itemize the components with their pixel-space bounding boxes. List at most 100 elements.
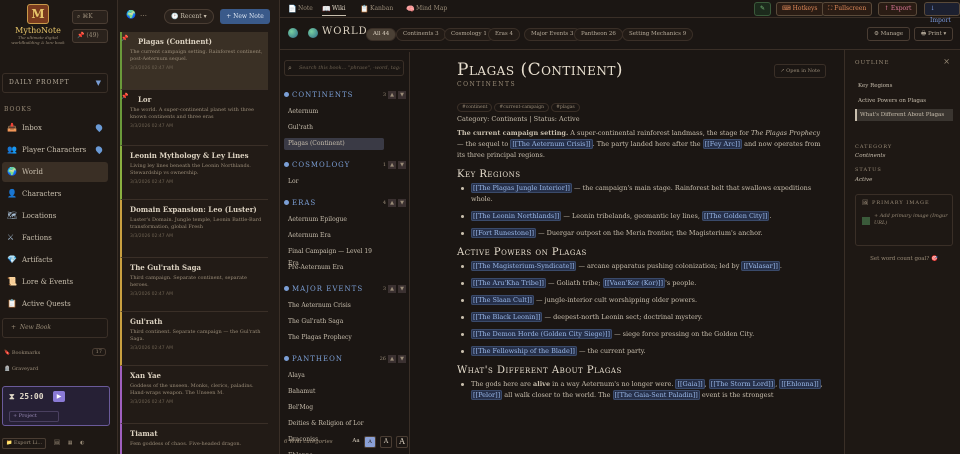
outline-item-active-powers[interactable]: Active Powers on Plagas [855, 95, 953, 107]
filter-chip[interactable]: Major Events 3 [524, 28, 581, 41]
app-logo[interactable]: M MythoNote The ultimate digital worldbu… [4, 4, 72, 46]
close-icon[interactable]: × [943, 57, 950, 66]
wiki-tree-item[interactable]: Aeternum Epilogue [284, 214, 384, 226]
note-list-item[interactable]: Gul'rath Third continent. Separate campai… [120, 312, 268, 366]
timer-play-button[interactable]: ▶ [53, 391, 65, 402]
tag-chip[interactable]: #current-campaign [494, 103, 550, 112]
move-up-icon[interactable]: ▲ [388, 161, 396, 169]
wiki-tree-item[interactable]: Aeternum [284, 106, 384, 118]
tag-chip[interactable]: #plagas [551, 103, 580, 112]
sidebar-item-locations[interactable]: 🗺 Locations [2, 206, 108, 226]
filter-chip[interactable]: All 44 [366, 28, 397, 41]
tab-wiki[interactable]: 📖 Wiki [322, 3, 346, 16]
move-up-icon[interactable]: ▲ [388, 355, 396, 363]
tab-kanban[interactable]: 📋 Kanban [360, 3, 393, 15]
tab-note[interactable]: 📄 Note [288, 3, 313, 15]
move-up-icon[interactable]: ▲ [388, 91, 396, 99]
daily-prompt-toggle[interactable]: DAILY PROMPT ▼ [2, 73, 108, 93]
note-list-item[interactable]: Tiamat Fem goddess of chaos. Five-headed … [120, 424, 268, 454]
tab-mind-map[interactable]: 🧠 Mind Map [406, 3, 447, 15]
graveyard-link[interactable]: 🪦 Graveyard [4, 366, 38, 372]
note-list-item[interactable]: Domain Expansion: Leo (Luster) Luster's D… [120, 200, 268, 258]
word-goal-button[interactable]: Set word count goal? 🎯 [855, 256, 953, 262]
wiki-link[interactable]: [[The Aeternum Crisis]] [510, 139, 593, 149]
export-list-button[interactable]: 📁 Export Li... [2, 438, 47, 449]
wiki-link[interactable]: [[Fort Runestone]] [471, 228, 537, 238]
new-note-button[interactable]: + New Note [220, 9, 270, 24]
font-medium-button[interactable]: A [380, 436, 392, 448]
wiki-category-eras[interactable]: ERAS 4 ▲ ▼ [284, 198, 406, 208]
wiki-tree-item[interactable]: The Gul'rath Saga [284, 316, 384, 328]
wiki-link[interactable]: [[The Black Leonin]] [471, 312, 543, 322]
wiki-link[interactable]: [[The Slaan Cult]] [471, 295, 534, 305]
sidebar-item-characters[interactable]: 👤 Characters [2, 184, 108, 204]
sidebar-item-factions[interactable]: ⚔ Factions [2, 228, 108, 248]
sidebar-item-lore-events[interactable]: 📜 Lore & Events [2, 272, 108, 292]
wiki-tree-item[interactable]: Deities & Religion of Lor [284, 418, 384, 430]
wiki-link[interactable]: [[The Demon Horde (Golden City Siege)]] [471, 329, 613, 339]
theme-icon[interactable]: 🖼 [54, 440, 60, 446]
outline-item-key-regions[interactable]: Key Regions [855, 80, 953, 92]
search-button[interactable]: ⌕ ⌘K [72, 10, 108, 24]
wiki-link[interactable]: [[Gaia]] [675, 379, 705, 389]
note-list-item[interactable]: Leonin Mythology & Ley Lines Living ley l… [120, 146, 268, 200]
filter-chip[interactable]: Cosmology 1 [444, 28, 494, 41]
wiki-link[interactable]: [[The Plagas Jungle Interior]] [471, 183, 572, 193]
move-down-icon[interactable]: ▼ [398, 285, 406, 293]
font-small-button[interactable]: A [364, 436, 376, 448]
wiki-link[interactable]: [[Vaen'Kor (Kor)]] [602, 278, 666, 288]
wiki-tree-item[interactable]: Gul'rath [284, 122, 384, 134]
wiki-tree-item[interactable]: Alaya [284, 370, 384, 382]
add-primary-image-button[interactable]: + Add primary image (Imgur URL) [874, 213, 952, 227]
pins-button[interactable]: 📌 (49) [72, 29, 108, 43]
filter-chip[interactable]: Pantheon 26 [574, 28, 623, 41]
wiki-category-major-events[interactable]: MAJOR EVENTS 3 ▲ ▼ [284, 284, 406, 294]
tag-chip[interactable]: #continent [457, 103, 493, 112]
wiki-link[interactable]: [[Ehlonna]] [779, 379, 821, 389]
wiki-category-continents[interactable]: CONTINENTS 3 ▲ ▼ [284, 90, 406, 100]
filter-chip[interactable]: Eras 4 [488, 28, 520, 41]
fullscreen-button[interactable]: ⛶ Fullscreen [822, 2, 873, 16]
wiki-link[interactable]: [[The Golden City]] [702, 211, 770, 221]
move-down-icon[interactable]: ▼ [398, 161, 406, 169]
note-list-item[interactable]: Xan Yae Goddess of the unseen. Monks, cle… [120, 366, 268, 424]
wiki-link[interactable]: [[The Gaia-Sent Paladin]] [612, 390, 700, 400]
hotkeys-button[interactable]: ⌨ Hotkeys [776, 2, 824, 16]
filter-chip[interactable]: Continents 3 [396, 28, 446, 41]
font-large-button[interactable]: A [396, 436, 408, 448]
wiki-tree-item[interactable]: Lor [284, 176, 384, 188]
note-list-item[interactable]: The Gul'rath Saga Third campaign. Separat… [120, 258, 268, 312]
filter-chip[interactable]: Setting Mechanics 9 [622, 28, 694, 41]
more-icon[interactable]: … [140, 10, 147, 18]
wiki-tree-item[interactable]: The Aeternum Crisis [284, 300, 384, 312]
wiki-link[interactable]: [[The Storm Lord]] [708, 379, 776, 389]
sidebar-item-inbox[interactable]: 📥 Inbox [2, 118, 108, 138]
moon-icon[interactable]: ◐ [80, 440, 84, 446]
new-book-button[interactable]: + New Book [2, 318, 108, 338]
move-down-icon[interactable]: ▼ [398, 199, 406, 207]
wiki-search-input[interactable]: ⌕ Search this book... "phrase", -word, ta… [284, 60, 404, 76]
wiki-link[interactable]: [[Pelor]] [471, 390, 503, 400]
wiki-category-pantheon[interactable]: PANTHEON 26 ▲ ▼ [284, 354, 406, 364]
sidebar-item-active-quests[interactable]: 📋 Active Quests [2, 294, 108, 314]
sidebar-item-artifacts[interactable]: 💎 Artifacts [2, 250, 108, 270]
wiki-link[interactable]: [[Valasar]] [741, 261, 780, 271]
move-down-icon[interactable]: ▼ [398, 355, 406, 363]
bookmarks-link[interactable]: 🔖 Bookmarks 17 [4, 348, 108, 356]
open-in-note-button[interactable]: ↗ Open in Note [774, 64, 826, 78]
note-list-item[interactable]: 📌 Lor The world. A super-continental plane… [120, 90, 268, 146]
move-up-icon[interactable]: ▲ [388, 199, 396, 207]
import-button[interactable]: ↓ Import [924, 2, 960, 24]
manage-button[interactable]: ⚙ Manage [867, 27, 911, 41]
wiki-link[interactable]: [[Fey Arc]] [702, 139, 743, 149]
project-button[interactable]: + Project [9, 411, 59, 422]
note-list-item[interactable]: 📌 Plagas (Continent) The current campaign … [120, 32, 268, 90]
wiki-link[interactable]: [[The Fellowship of the Blade]] [471, 346, 577, 356]
wiki-tree-item[interactable]: Bahamut [284, 386, 384, 398]
wiki-tree-item[interactable]: Pre-Aeternum Era [284, 262, 384, 274]
wiki-tree-item[interactable]: Bel'Mog [284, 402, 384, 414]
layout-icon[interactable]: ▦ [68, 440, 73, 446]
sidebar-item-world[interactable]: 🌍 World [2, 162, 108, 182]
sort-select[interactable]: 🕐 Recent ▾ [164, 9, 214, 24]
move-down-icon[interactable]: ▼ [398, 91, 406, 99]
